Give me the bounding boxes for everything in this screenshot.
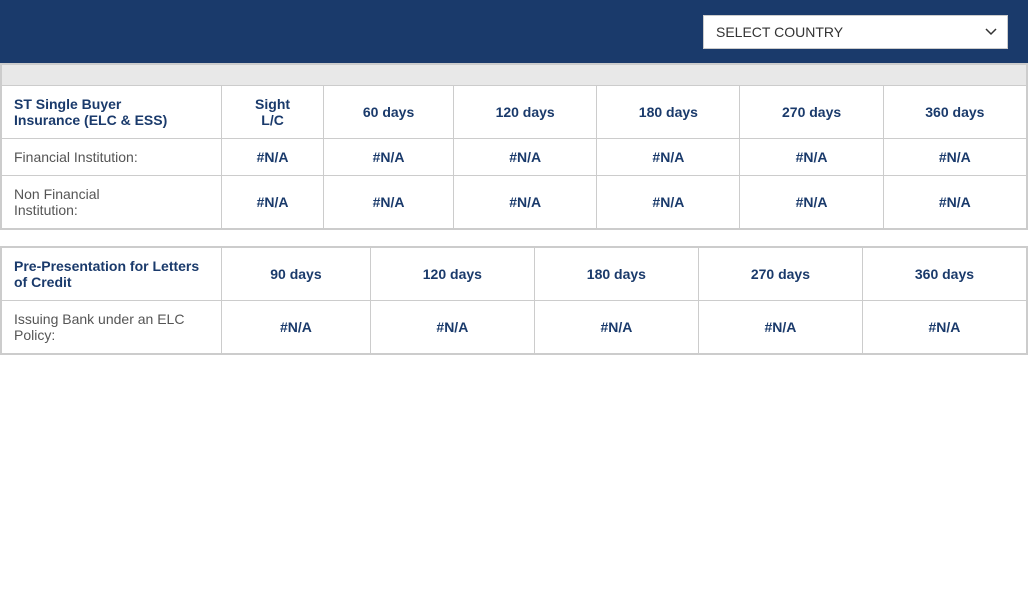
ib-120: #N/A [370,301,534,354]
col-header-product2: Pre-Presentation for Lettersof Credit [2,248,222,301]
fi-180: #N/A [597,139,740,176]
col-header-120b: 120 days [370,248,534,301]
section2-wrapper: Pre-Presentation for Lettersof Credit 90… [0,246,1028,355]
col-header-360b: 360 days [862,248,1026,301]
row-label-fi: Financial Institution: [2,139,222,176]
col-header-sight: SightL/C [222,86,324,139]
col-header-180b: 180 days [534,248,698,301]
fi-270: #N/A [740,139,883,176]
section1-title [2,65,1027,86]
col-header-90: 90 days [222,248,371,301]
section-gap [0,230,1028,246]
col-header-120: 120 days [454,86,597,139]
nfi-270: #N/A [740,176,883,229]
fi-sight: #N/A [222,139,324,176]
header-bar: SELECT COUNTRY [0,0,1028,63]
col-header-270: 270 days [740,86,883,139]
col-header-270b: 270 days [698,248,862,301]
fi-120: #N/A [454,139,597,176]
ib-360: #N/A [862,301,1026,354]
col-header-product: ST Single BuyerInsurance (ELC & ESS) [2,86,222,139]
fi-60: #N/A [324,139,454,176]
ib-90: #N/A [222,301,371,354]
section1-title-row [2,65,1027,86]
col-header-360: 360 days [883,86,1026,139]
nfi-360: #N/A [883,176,1026,229]
section2-header-row: Pre-Presentation for Lettersof Credit 90… [2,248,1027,301]
table-row: Issuing Bank under an ELCPolicy: #N/A #N… [2,301,1027,354]
row-label-nfi: Non FinancialInstitution: [2,176,222,229]
table-row: Financial Institution: #N/A #N/A #N/A #N… [2,139,1027,176]
nfi-180: #N/A [597,176,740,229]
section1-header-row: ST Single BuyerInsurance (ELC & ESS) Sig… [2,86,1027,139]
country-select[interactable]: SELECT COUNTRY [703,15,1008,49]
section2-table: Pre-Presentation for Lettersof Credit 90… [1,247,1027,354]
section1-wrapper: ST Single BuyerInsurance (ELC & ESS) Sig… [0,63,1028,230]
nfi-60: #N/A [324,176,454,229]
nfi-120: #N/A [454,176,597,229]
nfi-sight: #N/A [222,176,324,229]
col-header-180: 180 days [597,86,740,139]
row-label-issuing: Issuing Bank under an ELCPolicy: [2,301,222,354]
table-row: Non FinancialInstitution: #N/A #N/A #N/A… [2,176,1027,229]
fi-360: #N/A [883,139,1026,176]
section1-table: ST Single BuyerInsurance (ELC & ESS) Sig… [1,64,1027,229]
col-header-60: 60 days [324,86,454,139]
ib-270: #N/A [698,301,862,354]
ib-180: #N/A [534,301,698,354]
